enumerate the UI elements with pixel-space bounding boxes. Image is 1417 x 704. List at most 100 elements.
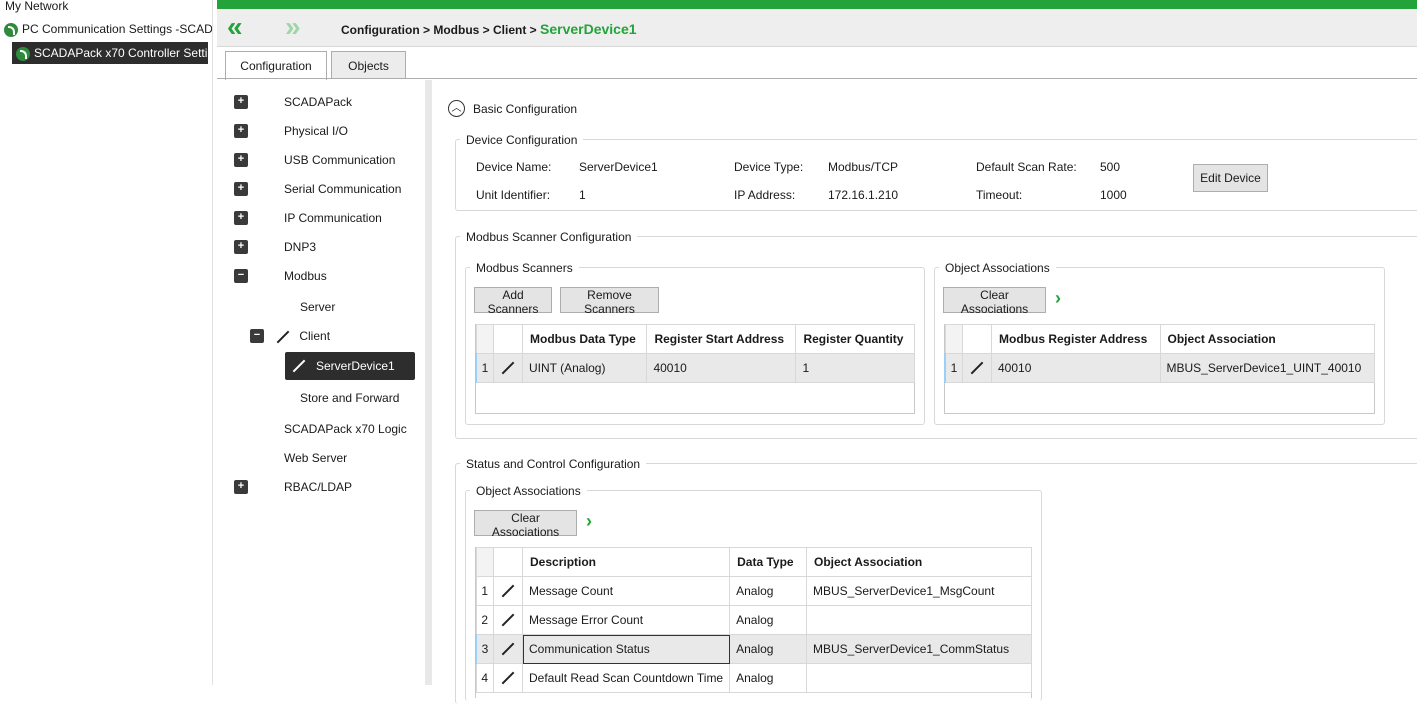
cell-description[interactable]: Message Error Count (521, 605, 731, 635)
nav-scrollbar[interactable] (425, 80, 432, 685)
breadcrumb-current: ServerDevice1 (540, 21, 637, 37)
cell-object-association[interactable] (806, 663, 1032, 693)
column-header-data-type[interactable]: Data Type (729, 547, 807, 577)
table-row[interactable]: 1 Message Count Analog MBUS_ServerDevice… (475, 576, 1032, 606)
tree-item-label: PC Communication Settings -SCADA (22, 22, 221, 36)
nav-item-client[interactable]: Client (276, 329, 330, 344)
cell-object-association[interactable] (806, 605, 1032, 635)
column-header-description[interactable]: Description (521, 547, 731, 577)
tree-item-pc-communication[interactable]: PC Communication Settings -SCADA (4, 22, 221, 37)
edit-row-button[interactable] (493, 605, 523, 635)
edit-row-button[interactable] (493, 663, 523, 693)
cell-data-type[interactable]: UINT (Analog) (521, 353, 648, 383)
back-button[interactable]: « (227, 11, 242, 42)
expand-button[interactable]: + (234, 124, 248, 138)
row-number[interactable]: 1 (475, 576, 494, 606)
edit-row-button[interactable] (962, 353, 992, 383)
cell-data-type[interactable]: Analog (729, 663, 807, 693)
chevron-up-circle-icon[interactable]: ︿ (448, 100, 465, 117)
breadcrumb: Configuration > Modbus > Client > Server… (341, 21, 637, 37)
remove-scanners-button[interactable]: Remove Scanners (560, 287, 659, 316)
cell-start-address[interactable]: 40010 (646, 353, 797, 383)
network-connect-icon (4, 22, 18, 37)
tree-item-my-network[interactable]: My Network (5, 0, 68, 13)
cell-object-association[interactable]: MBUS_ServerDevice1_CommStatus (806, 634, 1032, 664)
chevron-right-icon[interactable]: › (586, 511, 592, 532)
pencil-icon (501, 584, 515, 598)
row-number[interactable]: 4 (475, 663, 494, 693)
table-row[interactable]: 4 Default Read Scan Countdown Time Analo… (475, 663, 1032, 693)
clear-associations-button[interactable]: Clear Associations (943, 287, 1046, 316)
cell-object-association[interactable]: MBUS_ServerDevice1_UINT_40010 (1159, 353, 1376, 383)
nav-item-usb-communication[interactable]: USB Communication (284, 153, 395, 167)
nav-item-modbus[interactable]: Modbus (284, 269, 327, 283)
add-scanners-button[interactable]: Add Scanners (474, 287, 552, 316)
expand-button[interactable]: + (234, 182, 248, 196)
nav-item-serial-communication[interactable]: Serial Communication (284, 182, 401, 196)
nav-item-label: Client (299, 329, 331, 343)
timeout-label: Timeout: (976, 188, 1023, 202)
tree-item-controller-settings[interactable]: SCADAPack x70 Controller Settin (12, 42, 208, 64)
cell-data-type[interactable]: Analog (729, 634, 807, 664)
nav-item-physical-io[interactable]: Physical I/O (284, 124, 348, 138)
column-header-object-association[interactable]: Object Association (806, 547, 1032, 577)
tab-objects[interactable]: Objects (331, 51, 406, 79)
cell-data-type[interactable]: Analog (729, 576, 807, 606)
column-header-object-association[interactable]: Object Association (1159, 324, 1376, 354)
edit-device-button[interactable]: Edit Device (1193, 164, 1268, 192)
nav-item-ip-communication[interactable]: IP Communication (284, 211, 382, 225)
row-number[interactable]: 1 (475, 353, 494, 383)
column-header-modbus-data-type[interactable]: Modbus Data Type (521, 324, 648, 354)
table-row[interactable]: 1 UINT (Analog) 40010 1 (475, 353, 915, 383)
expand-button[interactable]: + (234, 153, 248, 167)
chevron-right-icon[interactable]: › (1055, 288, 1061, 309)
cell-description[interactable]: Message Count (521, 576, 731, 606)
nav-item-scadapack[interactable]: SCADAPack (284, 95, 352, 109)
collapse-button[interactable]: − (234, 269, 248, 283)
column-header-register-start-address[interactable]: Register Start Address (646, 324, 797, 354)
cell-description[interactable]: Default Read Scan Countdown Time (521, 663, 731, 693)
unit-identifier-value: 1 (579, 188, 586, 202)
edit-row-button[interactable] (493, 634, 523, 664)
nav-item-server[interactable]: Server (300, 300, 335, 314)
cell-object-association[interactable]: MBUS_ServerDevice1_MsgCount (806, 576, 1032, 606)
row-number[interactable]: 3 (475, 634, 494, 664)
nav-item-scadapack-logic[interactable]: SCADAPack x70 Logic (284, 422, 407, 436)
column-header-register-quantity[interactable]: Register Quantity (795, 324, 915, 354)
splitter[interactable] (212, 0, 218, 685)
table-row[interactable]: 1 40010 MBUS_ServerDevice1_UINT_40010 (944, 353, 1376, 383)
expand-button[interactable]: + (234, 211, 248, 225)
pencil-icon (970, 361, 984, 375)
edit-row-button[interactable] (493, 353, 523, 383)
cell-register-address[interactable]: 40010 (991, 353, 1161, 383)
nav-item-store-and-forward[interactable]: Store and Forward (300, 391, 399, 405)
nav-item-web-server[interactable]: Web Server (284, 451, 347, 465)
tab-configuration[interactable]: Configuration (225, 51, 327, 80)
clear-associations-button[interactable]: Clear Associations (474, 510, 577, 539)
edit-column-header (493, 547, 523, 577)
row-number[interactable]: 2 (475, 605, 494, 635)
nav-item-dnp3[interactable]: DNP3 (284, 240, 316, 254)
scanners-grid: Modbus Data Type Register Start Address … (475, 324, 915, 414)
scan-rate-label: Default Scan Rate: (976, 160, 1077, 174)
table-row[interactable]: 3 Communication Status Analog MBUS_Serve… (475, 634, 1032, 664)
pencil-icon (501, 613, 515, 627)
collapse-button[interactable]: − (250, 329, 264, 343)
nav-item-serverdevice1[interactable]: ServerDevice1 (285, 352, 415, 380)
expand-button[interactable]: + (234, 240, 248, 254)
column-header-modbus-register-address[interactable]: Modbus Register Address (991, 324, 1161, 354)
row-number[interactable]: 1 (944, 353, 963, 383)
expand-button[interactable]: + (234, 95, 248, 109)
cell-description[interactable]: Communication Status (521, 634, 731, 664)
edit-row-button[interactable] (493, 576, 523, 606)
cell-quantity[interactable]: 1 (795, 353, 915, 383)
cell-data-type[interactable]: Analog (729, 605, 807, 635)
table-row[interactable]: 2 Message Error Count Analog (475, 605, 1032, 635)
group-title: Object Associations (470, 484, 587, 498)
nav-item-rbac-ldap[interactable]: RBAC/LDAP (284, 480, 352, 494)
expand-button[interactable]: + (234, 480, 248, 494)
double-chevron-left-icon: « (227, 11, 242, 42)
group-title: Modbus Scanners (470, 261, 579, 275)
forward-button[interactable]: » (285, 13, 300, 41)
unit-identifier-label: Unit Identifier: (476, 188, 551, 202)
